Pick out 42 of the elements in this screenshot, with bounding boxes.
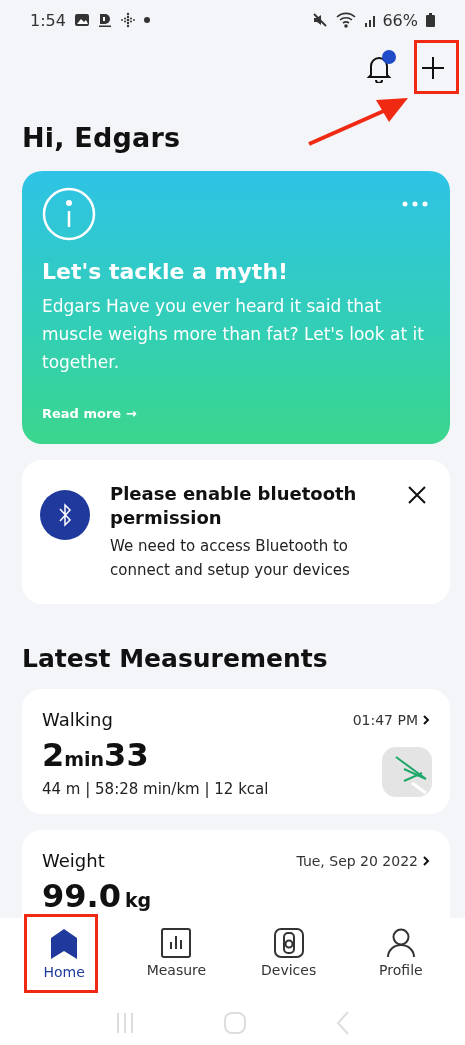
tip-text: Edgars Have you ever heard it said that muscle weighs more than fat? Let's look at it together. — [42, 295, 425, 374]
bar-chart-icon — [161, 928, 192, 958]
close-icon — [408, 486, 426, 504]
wifi-icon — [336, 12, 357, 28]
back-icon[interactable] — [336, 1010, 351, 1035]
section-title: Latest Measurements — [22, 644, 329, 673]
measurement-name: Walking — [42, 709, 113, 730]
recent-apps-icon[interactable] — [114, 1011, 135, 1034]
gallery-icon — [73, 13, 90, 27]
profile-icon — [385, 928, 416, 958]
info-icon — [42, 187, 96, 241]
measurement-card[interactable]: Weight Tue, Sep 20 2022 99.0 kg — [22, 830, 450, 918]
permission-title: Please enable bluetooth permission — [110, 482, 358, 530]
highlight-box — [414, 40, 459, 94]
app-icon — [97, 13, 112, 27]
greeting: Hi, Edgars — [22, 122, 181, 153]
battery-icon — [426, 13, 435, 27]
battery-percent: 66% — [382, 10, 418, 30]
chevron-icon — [422, 713, 430, 726]
measurement-time[interactable]: 01:47 PM — [352, 711, 430, 728]
home-icon — [49, 928, 80, 960]
measurement-details: 44 m | 58:28 min/km | 12 kcal — [42, 780, 270, 798]
watch-icon — [273, 928, 304, 958]
plus-icon — [422, 57, 444, 79]
measurement-value: 99.0 kg — [42, 877, 152, 915]
dots-grid-icon — [119, 12, 136, 28]
tip-title: Let's tackle a myth! — [42, 259, 290, 284]
dot-icon — [143, 17, 150, 23]
measurement-name: Weight — [42, 850, 105, 871]
route-map-thumbnail — [382, 747, 432, 797]
nav-tab[interactable]: Profile — [355, 918, 446, 1000]
status-time: 1:54 — [30, 10, 66, 30]
more-icon[interactable] — [402, 201, 428, 207]
nav-tab[interactable]: Devices — [243, 918, 334, 1000]
bluetooth-icon — [40, 490, 90, 540]
home-button-icon[interactable] — [224, 1011, 247, 1034]
chevron-icon — [422, 854, 430, 867]
nav-tab[interactable]: Home — [19, 918, 110, 1000]
nav-tab[interactable]: Measure — [131, 918, 222, 1000]
permission-text: We need to access Bluetooth to connect and setup your devices — [110, 536, 351, 581]
mute-icon — [312, 12, 329, 28]
measurement-time[interactable]: Tue, Sep 20 2022 — [296, 852, 430, 869]
